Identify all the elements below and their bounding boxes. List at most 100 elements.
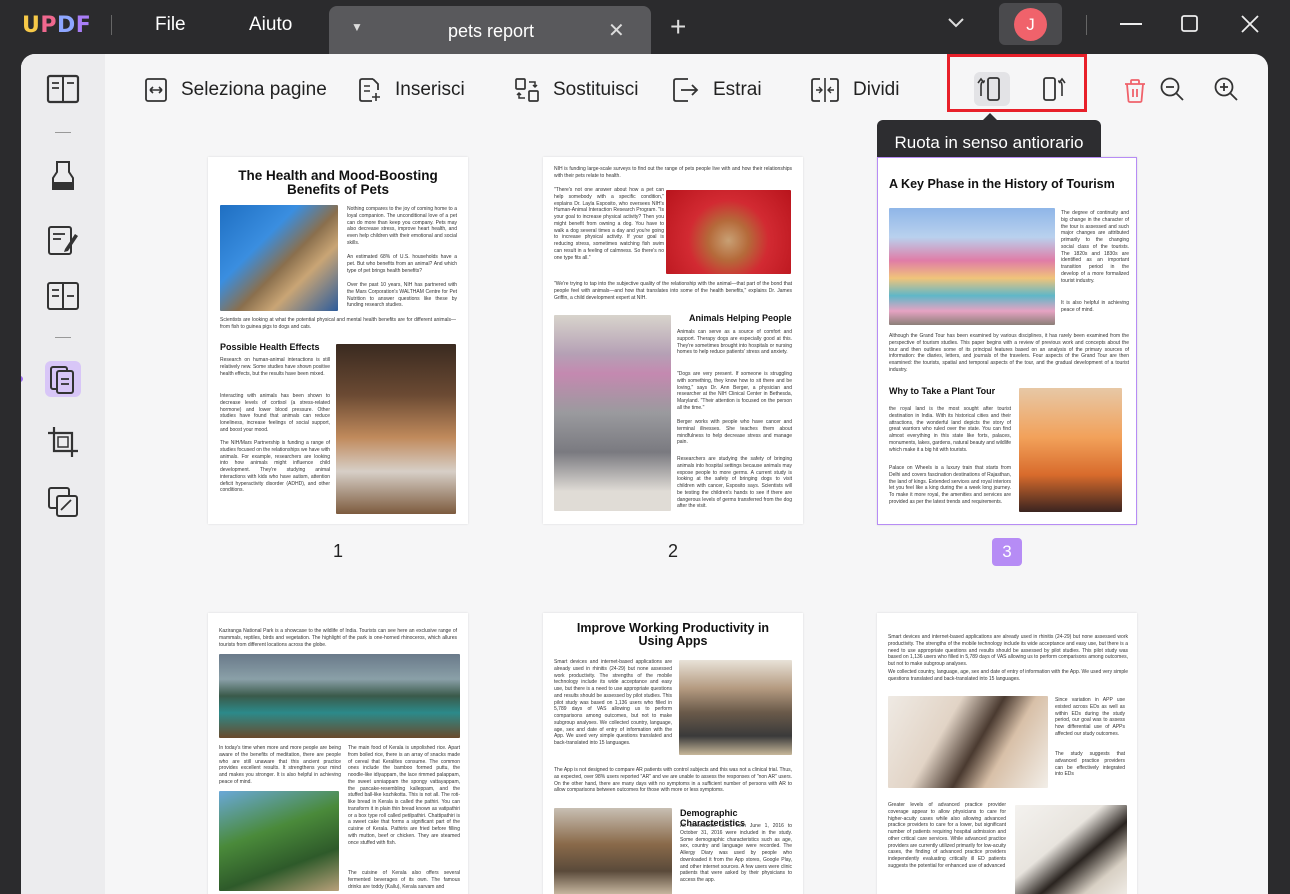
dog-with-antlers-photo <box>666 190 791 274</box>
extract-button[interactable]: Estrai <box>673 76 762 104</box>
watermark-background-icon[interactable] <box>45 484 81 520</box>
user-account-button[interactable]: J <box>999 3 1062 45</box>
paragraph: Palace on Wheels is a luxury train that … <box>889 465 1011 505</box>
cat-and-tulips-photo <box>554 315 671 511</box>
zoom-in-icon[interactable] <box>1213 76 1239 102</box>
paragraph: Over the past 10 years, NIH has partnere… <box>347 282 457 309</box>
maximize-icon[interactable] <box>1181 15 1198 32</box>
title-bar: UPDF File Aiuto ▼ pets report ✕ + J <box>0 0 1290 54</box>
paragraph: All consecutive users from June 1, 2016 … <box>680 823 792 883</box>
paragraph: Research on human-animal interactions is… <box>220 357 330 377</box>
page-number: 2 <box>667 541 678 561</box>
woman-at-desk-photo <box>1015 805 1127 894</box>
paragraph: the royal land is the most sought after … <box>889 406 1012 453</box>
paragraph: We collected country, language, age, sex… <box>888 669 1128 682</box>
paragraph: "There's not one answer about how a pet … <box>554 187 664 261</box>
page-title: A Key Phase in the History of Tourism <box>889 177 1115 191</box>
paragraph: The App is not designed to compare AR pa… <box>554 767 792 794</box>
smiling-woman-laptop-photo <box>888 696 1048 788</box>
meeting-photo <box>554 808 672 894</box>
paragraph: Kaziranga National Park is a showcase to… <box>219 628 457 648</box>
zoom-out-icon[interactable] <box>1159 76 1185 102</box>
select-pages-button[interactable]: Seleziona pagine <box>145 76 327 104</box>
rotate-right-icon <box>1043 77 1066 101</box>
office-workers-photo <box>679 660 792 755</box>
dog-and-cat-photo <box>336 344 456 514</box>
havana-street-photo <box>889 208 1055 325</box>
split-label: Dividi <box>853 79 900 100</box>
main-area: Seleziona pagine Inserisci Sostituisci E… <box>21 54 1268 894</box>
divider <box>55 337 71 338</box>
paragraph: NIH is funding large-scale surveys to fi… <box>554 166 792 179</box>
divider <box>111 15 112 35</box>
section-heading: Possible Health Effects <box>220 342 320 352</box>
menu-file[interactable]: File <box>155 14 186 36</box>
rotate-counterclockwise-button[interactable] <box>974 72 1010 106</box>
organize-pages-view: Seleziona pagine Inserisci Sostituisci E… <box>105 54 1268 894</box>
paragraph: It is also helpful in achieving peace of… <box>1061 300 1129 313</box>
reader-icon[interactable] <box>45 72 81 108</box>
paragraph: The NIH/Mars Partnership is funding a ra… <box>220 440 330 494</box>
paragraph: Animals can serve as a source of comfort… <box>677 329 792 356</box>
paragraph: Although the Grand Tour has been examine… <box>889 333 1129 373</box>
palm-trees-photo <box>219 791 339 891</box>
section-heading: Why to Take a Plant Tour <box>889 386 996 396</box>
menu-help[interactable]: Aiuto <box>249 14 292 36</box>
paragraph: The study suggests that advanced practic… <box>1055 751 1125 778</box>
replace-button[interactable]: Sostituisci <box>515 76 639 104</box>
form-icon[interactable] <box>45 278 81 314</box>
eiffel-tower-photo <box>1019 388 1122 512</box>
new-tab-icon[interactable]: + <box>670 13 686 41</box>
rotate-clockwise-button[interactable] <box>1034 72 1070 106</box>
rotate-left-icon <box>977 77 1000 101</box>
extract-page-icon <box>673 78 699 102</box>
split-button[interactable]: Dividi <box>811 76 899 104</box>
avatar: J <box>1014 8 1047 41</box>
page-thumbnail-4[interactable]: Kaziranga National Park is a showcase to… <box>208 613 468 894</box>
insert-button[interactable]: Inserisci <box>359 76 465 104</box>
select-pages-label: Seleziona pagine <box>181 79 327 100</box>
close-window-icon[interactable] <box>1241 15 1259 33</box>
insert-page-icon <box>359 78 380 102</box>
paragraph: Smart devices and internet-based applica… <box>888 634 1128 667</box>
cat-photo <box>220 205 338 311</box>
page-title: The Health and Mood-Boosting Benefits of… <box>238 168 438 198</box>
page-number: 1 <box>332 541 343 561</box>
page-thumbnail-3[interactable]: A Key Phase in the History of Tourism Th… <box>877 157 1137 525</box>
page-thumbnail-5[interactable]: Improve Working Productivity in Using Ap… <box>543 613 803 894</box>
document-tab[interactable]: ▼ pets report ✕ <box>329 6 651 54</box>
tab-dropdown-icon[interactable]: ▼ <box>351 20 363 34</box>
paragraph: Since variation in APP use existed acros… <box>1055 697 1125 737</box>
paragraph: The degree of continuity and big change … <box>1061 210 1129 284</box>
extract-label: Estrai <box>713 79 762 100</box>
divider <box>1086 15 1087 35</box>
paragraph: "Dogs are very present. If someone is st… <box>677 371 792 411</box>
paragraph: The cuisine of Kerala also offers severa… <box>348 870 460 890</box>
paragraph: An estimated 68% of U.S. households have… <box>347 254 457 274</box>
insert-label: Inserisci <box>395 79 465 100</box>
edit-pdf-icon[interactable] <box>45 222 81 258</box>
paragraph: Interacting with animals has been shown … <box>220 393 330 433</box>
minimize-icon[interactable] <box>1120 22 1142 26</box>
chevron-down-icon[interactable] <box>946 12 966 32</box>
paragraph: In today's time when more and more peopl… <box>219 745 341 785</box>
paragraph: Smart devices and internet-based applica… <box>554 659 672 746</box>
organize-pages-icon <box>50 366 74 394</box>
page-title: Improve Working Productivity in Using Ap… <box>576 621 770 649</box>
page-thumbnail-6[interactable]: Smart devices and internet-based applica… <box>877 613 1137 894</box>
section-heading: Animals Helping People <box>689 313 792 323</box>
page-number-selected: 3 <box>992 538 1022 566</box>
comment-highlighter-icon[interactable] <box>45 158 81 194</box>
page-thumbnail-1[interactable]: The Health and Mood-Boosting Benefits of… <box>208 157 468 524</box>
replace-page-icon <box>515 78 539 102</box>
paragraph: Researchers are studying the safety of b… <box>677 456 792 510</box>
paragraph: "We're trying to tap into the subjective… <box>554 281 792 301</box>
app-logo: UPDF <box>22 13 92 38</box>
paragraph: Greater levels of advanced practice prov… <box>888 802 1006 869</box>
paragraph: Nothing compares to the joy of coming ho… <box>347 206 457 246</box>
tools-sidebar <box>21 54 105 894</box>
crop-icon[interactable] <box>45 424 81 460</box>
delete-icon[interactable] <box>1123 78 1147 104</box>
page-thumbnail-2[interactable]: NIH is funding large-scale surveys to fi… <box>543 157 803 524</box>
tab-close-icon[interactable]: ✕ <box>608 18 625 43</box>
